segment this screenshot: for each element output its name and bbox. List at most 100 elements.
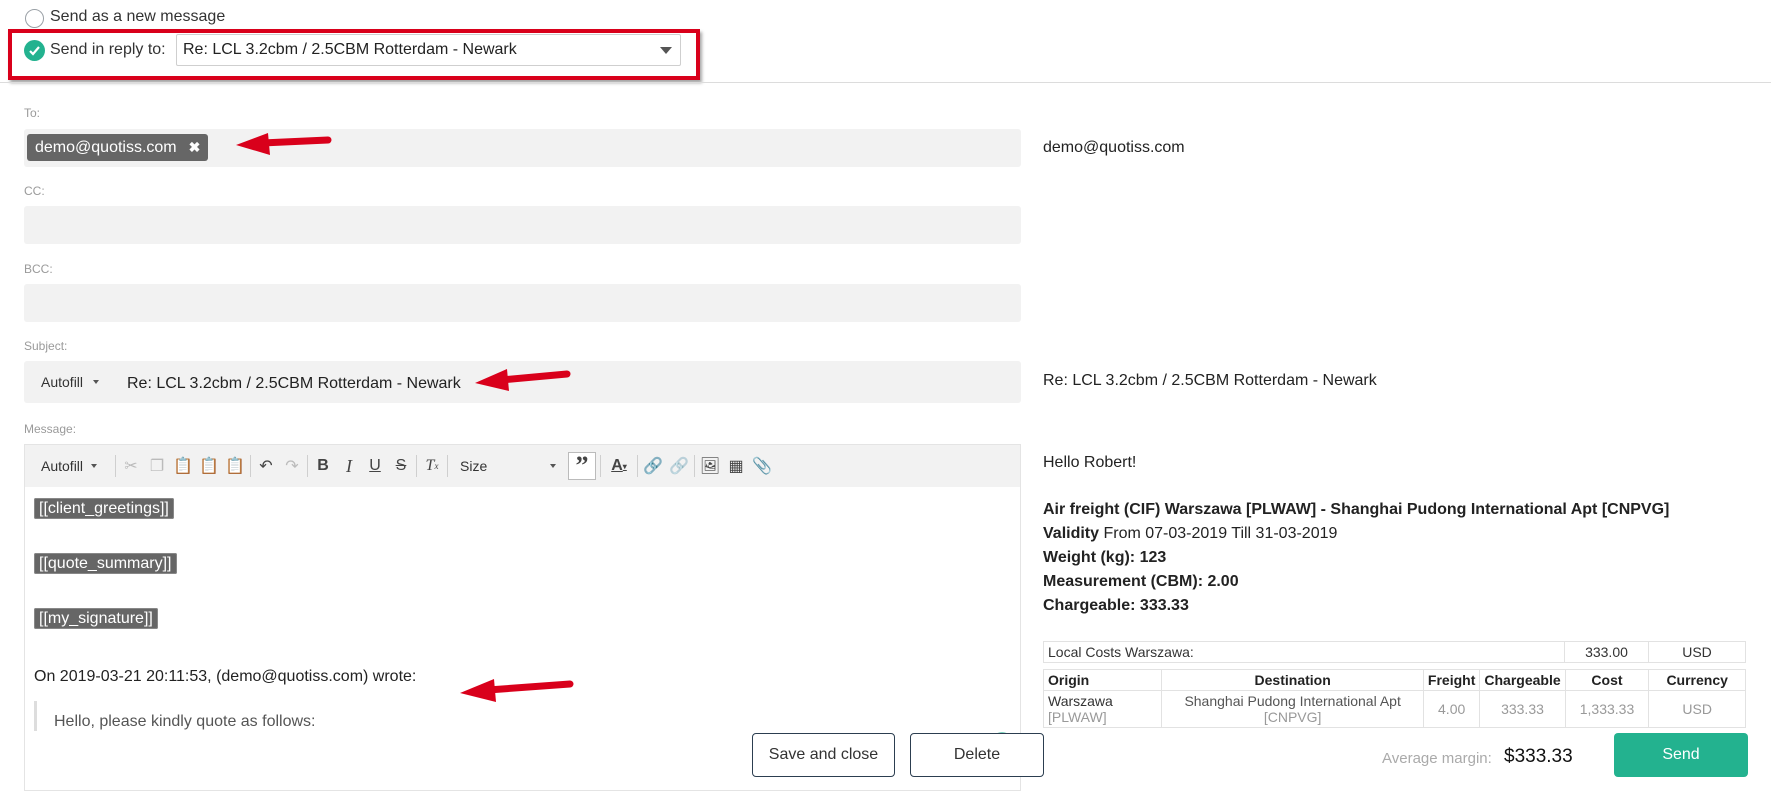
paste-text-icon[interactable]: 📋 bbox=[198, 455, 220, 477]
font-size-dropdown[interactable]: Size bbox=[452, 458, 564, 474]
reply-label: Send in reply to: bbox=[50, 41, 166, 58]
remove-format-icon[interactable]: Tx bbox=[421, 455, 443, 477]
header-currency: Currency bbox=[1648, 669, 1746, 691]
chevron-down-icon bbox=[550, 464, 556, 468]
toolbar-separator bbox=[600, 455, 601, 477]
header-chargeable: Chargeable bbox=[1479, 669, 1566, 691]
toolbar-separator bbox=[694, 455, 695, 477]
average-margin-label: Average margin: bbox=[1382, 750, 1492, 767]
subject-input-value[interactable]: Re: LCL 3.2cbm / 2.5CBM Rotterdam - Newa… bbox=[127, 375, 461, 393]
italic-icon[interactable]: I bbox=[338, 455, 360, 477]
preview-validity: Validity From 07-03-2019 Till 31-03-2019 bbox=[1043, 525, 1337, 543]
attachment-icon[interactable]: 📎 bbox=[751, 455, 773, 477]
table-icon[interactable]: ▦ bbox=[725, 455, 747, 477]
quoted-text: Hello, please kindly quote as follows: bbox=[54, 713, 316, 730]
preview-measurement: Measurement (CBM): 2.00 bbox=[1043, 573, 1239, 590]
subject-preview: Re: LCL 3.2cbm / 2.5CBM Rotterdam - Newa… bbox=[1043, 372, 1377, 389]
underline-icon[interactable]: U bbox=[364, 455, 386, 477]
chevron-down-icon bbox=[93, 380, 100, 384]
cell-freight: 4.00 bbox=[1422, 690, 1481, 728]
to-label: To: bbox=[24, 106, 41, 120]
quote-border bbox=[34, 701, 37, 731]
save-close-button[interactable]: Save and close bbox=[752, 733, 895, 777]
cell-origin: Warszawa [PLWAW] bbox=[1043, 690, 1163, 728]
editor-toolbar: Autofill ✂ ❐ 📋 📋 📋 ↶ ↷ B I U S Tx Size ”… bbox=[25, 445, 1020, 487]
message-autofill-label: Autofill bbox=[41, 458, 84, 474]
quote-table: Origin Destination Freight Chargeable Co… bbox=[1043, 669, 1746, 728]
message-label: Message: bbox=[24, 422, 77, 436]
send-button[interactable]: Send bbox=[1614, 733, 1748, 777]
cell-currency: USD bbox=[1648, 690, 1746, 728]
validity-label: Validity bbox=[1043, 525, 1100, 542]
preview-chargeable: Chargeable: 333.33 bbox=[1043, 597, 1189, 614]
toolbar-separator bbox=[307, 455, 308, 477]
bcc-field[interactable] bbox=[24, 284, 1021, 322]
delete-button[interactable]: Delete bbox=[910, 733, 1044, 777]
header-destination: Destination bbox=[1161, 669, 1424, 691]
placeholder-client-greetings: [[client_greetings]] bbox=[34, 498, 174, 519]
placeholder-my-signature: [[my_signature]] bbox=[34, 608, 158, 629]
placeholder-quote-summary: [[quote_summary]] bbox=[34, 553, 177, 574]
local-costs-table: Local Costs Warszawa: 333.00 USD bbox=[1043, 641, 1746, 663]
preview-title: Air freight (CIF) Warszawa [PLWAW] - Sha… bbox=[1043, 501, 1670, 518]
link-icon[interactable]: 🔗 bbox=[642, 455, 664, 477]
toolbar-separator bbox=[447, 455, 448, 477]
strikethrough-icon[interactable]: S bbox=[390, 455, 412, 477]
toolbar-separator bbox=[637, 455, 638, 477]
annotation-arrow-icon bbox=[236, 133, 332, 155]
redo-icon[interactable]: ↷ bbox=[281, 455, 303, 477]
check-icon bbox=[29, 46, 40, 56]
to-preview: demo@quotiss.com bbox=[1043, 139, 1185, 156]
image-icon[interactable]: 🖼 bbox=[699, 455, 721, 477]
cc-label: CC: bbox=[24, 184, 45, 198]
reply-thread-select[interactable]: Re: LCL 3.2cbm / 2.5CBM Rotterdam - Newa… bbox=[176, 34, 681, 66]
recipient-tag: demo@quotiss.com ✖ bbox=[27, 134, 209, 161]
undo-icon[interactable]: ↶ bbox=[255, 455, 277, 477]
origin-code: [PLWAW] bbox=[1048, 709, 1107, 725]
copy-icon[interactable]: ❐ bbox=[146, 455, 168, 477]
header-origin: Origin bbox=[1043, 669, 1163, 691]
bold-icon[interactable]: B bbox=[312, 455, 334, 477]
header-cost: Cost bbox=[1564, 669, 1650, 691]
recipient-tag-email: demo@quotiss.com bbox=[35, 139, 177, 156]
table-header-row: Origin Destination Freight Chargeable Co… bbox=[1043, 669, 1746, 691]
local-costs-label: Local Costs Warszawa: bbox=[1043, 641, 1565, 663]
origin-name: Warszawa bbox=[1048, 693, 1113, 709]
reply-radio[interactable] bbox=[24, 40, 45, 61]
new-message-radio[interactable] bbox=[25, 9, 44, 28]
cell-destination: Shanghai Pudong International Apt [CNPVG… bbox=[1161, 690, 1424, 728]
blockquote-icon[interactable]: ” bbox=[568, 451, 596, 480]
chevron-down-icon bbox=[91, 464, 98, 468]
annotation-arrow-icon bbox=[475, 369, 571, 391]
text-color-icon[interactable]: A ▾ bbox=[605, 455, 633, 477]
subject-autofill-dropdown[interactable]: Autofill bbox=[41, 374, 100, 390]
to-field[interactable]: demo@quotiss.com ✖ bbox=[24, 129, 1021, 167]
bcc-label: BCC: bbox=[24, 262, 53, 276]
table-row: Warszawa [PLWAW] Shanghai Pudong Interna… bbox=[1043, 690, 1746, 728]
destination-name: Shanghai Pudong International Apt bbox=[1184, 693, 1401, 709]
font-size-label: Size bbox=[460, 458, 488, 474]
local-costs-row: Local Costs Warszawa: 333.00 USD bbox=[1043, 641, 1746, 663]
cc-field[interactable] bbox=[24, 206, 1021, 244]
subject-label: Subject: bbox=[24, 339, 68, 353]
cut-icon[interactable]: ✂ bbox=[120, 455, 142, 477]
reply-thread-value: Re: LCL 3.2cbm / 2.5CBM Rotterdam - Newa… bbox=[183, 41, 517, 58]
paste-word-icon[interactable]: 📋 bbox=[224, 455, 246, 477]
cell-cost: 1,333.33 bbox=[1564, 690, 1650, 728]
cell-chargeable: 333.33 bbox=[1479, 690, 1566, 728]
placeholder-tag: [[quote_summary]] bbox=[34, 553, 177, 574]
preview-weight: Weight (kg): 123 bbox=[1043, 549, 1167, 566]
unlink-icon[interactable]: 🔗 bbox=[668, 455, 690, 477]
new-message-label: Send as a new message bbox=[50, 8, 226, 25]
average-margin-value: $333.33 bbox=[1504, 746, 1573, 767]
header-freight: Freight bbox=[1422, 669, 1481, 691]
placeholder-tag: [[my_signature]] bbox=[34, 608, 158, 629]
preview-greeting: Hello Robert! bbox=[1043, 454, 1137, 471]
remove-tag-icon[interactable]: ✖ bbox=[189, 134, 201, 161]
toolbar-separator bbox=[250, 455, 251, 477]
message-autofill-dropdown[interactable]: Autofill bbox=[41, 458, 111, 474]
local-costs-amount: 333.00 bbox=[1564, 641, 1649, 663]
subject-autofill-label: Autofill bbox=[41, 374, 84, 390]
toolbar-separator bbox=[115, 455, 116, 477]
paste-icon[interactable]: 📋 bbox=[172, 455, 194, 477]
